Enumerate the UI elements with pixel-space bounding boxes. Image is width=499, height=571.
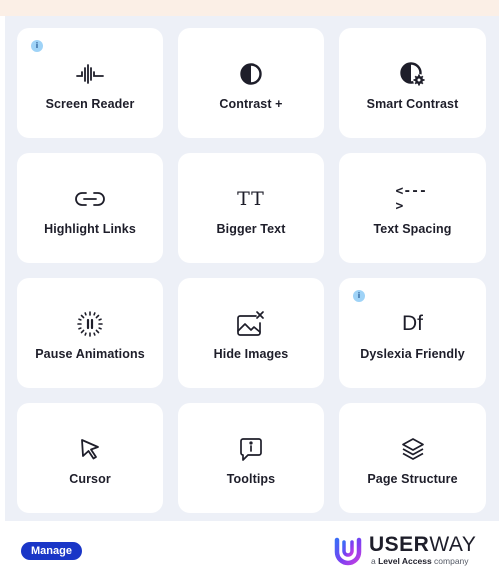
tile-label: Screen Reader <box>45 97 135 111</box>
tile-label: Hide Images <box>213 347 289 361</box>
cursor-tile[interactable]: Cursor <box>17 403 163 513</box>
tile-label: Contrast + <box>219 97 283 111</box>
layers-icon <box>396 434 430 464</box>
screen-reader-tile[interactable]: i Screen Reader <box>17 28 163 138</box>
brand-tagline: a Level Access company <box>371 556 469 566</box>
bigger-text-tile[interactable]: TT Bigger Text <box>178 153 324 263</box>
text-spacing-tile[interactable]: <---> Text Spacing <box>339 153 486 263</box>
userway-wordmark: USERWAY <box>369 533 477 556</box>
link-icon <box>73 184 107 214</box>
tile-label: Cursor <box>69 472 111 486</box>
hide-images-tile[interactable]: Hide Images <box>178 278 324 388</box>
tile-label: Page Structure <box>367 472 458 486</box>
dyslexia-friendly-tile[interactable]: i Df Dyslexia Friendly <box>339 278 486 388</box>
dyslexia-font-icon: Df <box>396 309 430 339</box>
half-circle-contrast-icon <box>234 59 268 89</box>
feature-grid: i Screen Reader Contrast + Smart Contras… <box>17 28 486 513</box>
cursor-arrow-icon <box>73 434 107 464</box>
userway-logo-icon <box>333 536 363 571</box>
tile-label: Bigger Text <box>216 222 286 236</box>
userway-brand[interactable]: USERWAY a Level Access company <box>333 533 483 567</box>
dyslexia-glyph: Df <box>402 312 423 335</box>
tile-label: Pause Animations <box>35 347 145 361</box>
highlight-links-tile[interactable]: Highlight Links <box>17 153 163 263</box>
pause-animations-tile[interactable]: Pause Animations <box>17 278 163 388</box>
sound-wave-icon <box>73 59 107 89</box>
text-size-icon: TT <box>234 184 268 214</box>
text-spacing-glyph: <---> <box>395 184 427 214</box>
tooltip-icon <box>234 434 268 464</box>
tile-label: Tooltips <box>226 472 276 486</box>
contrast-plus-tile[interactable]: Contrast + <box>178 28 324 138</box>
pause-animation-icon <box>73 309 107 339</box>
tile-label: Smart Contrast <box>366 97 459 111</box>
manage-button[interactable]: Manage <box>21 542 82 560</box>
text-size-glyph: TT <box>237 188 265 210</box>
text-spacing-arrows-icon: <---> <box>396 184 430 214</box>
hide-image-icon <box>234 309 268 339</box>
smart-contrast-gear-icon <box>396 59 430 89</box>
tile-label: Highlight Links <box>44 222 136 236</box>
tooltips-tile[interactable]: Tooltips <box>178 403 324 513</box>
info-badge[interactable]: i <box>31 40 43 52</box>
top-strip <box>0 0 499 16</box>
tile-label: Dyslexia Friendly <box>360 347 465 361</box>
tile-label: Text Spacing <box>373 222 452 236</box>
smart-contrast-tile[interactable]: Smart Contrast <box>339 28 486 138</box>
info-badge[interactable]: i <box>353 290 365 302</box>
footer: Manage USERWAY a Level Access company <box>0 521 499 568</box>
page-structure-tile[interactable]: Page Structure <box>339 403 486 513</box>
